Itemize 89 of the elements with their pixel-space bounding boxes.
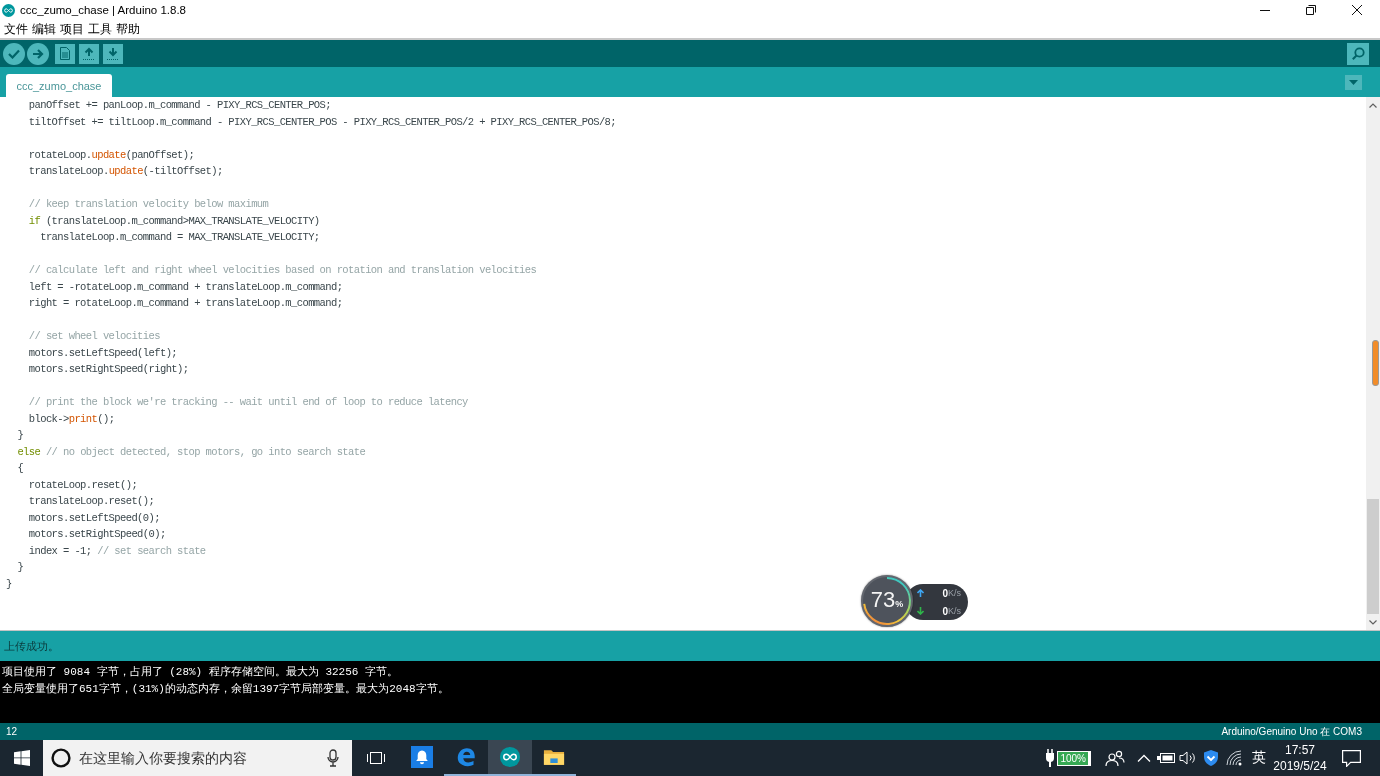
- code-line: motors.setLeftSpeed(left);: [27, 345, 179, 361]
- check-icon: [8, 48, 20, 59]
- code-line: motors.setRightSpeed(right);: [27, 362, 190, 377]
- verify-button[interactable]: [3, 42, 25, 65]
- menu-item[interactable]: 文件: [2, 21, 30, 37]
- code-line: }: [16, 560, 25, 575]
- battery-icon[interactable]: [1157, 752, 1175, 764]
- clock-time[interactable]: 17:57: [1285, 742, 1315, 758]
- arrow-right-icon: [32, 48, 44, 59]
- code-line: index = -1; // set search state: [27, 543, 207, 559]
- arrow-up-icon: [83, 47, 95, 60]
- menu-item[interactable]: 项目: [58, 21, 86, 37]
- file-tab[interactable]: ccc_zumo_chase: [6, 74, 112, 97]
- search-field[interactable]: 在这里输入你要搜索的内容: [79, 748, 319, 768]
- code-line: motors.setRightSpeed(0);: [27, 527, 167, 542]
- restore-icon: [1306, 5, 1316, 15]
- menu-item[interactable]: 帮助: [114, 21, 142, 37]
- bell-icon: [411, 746, 433, 768]
- speech-bubble-icon: [1341, 749, 1361, 767]
- board-port: Arduino/Genuino Uno 在 COM3: [1221, 724, 1362, 739]
- upload-button[interactable]: [27, 42, 49, 65]
- code-line: rotateLoop.update(panOffset);: [27, 147, 196, 163]
- search-box[interactable]: 在这里输入你要搜索的内容: [43, 740, 352, 776]
- code-line: // calculate left and right wheel velocities based on rotation and translation velocities: [27, 263, 538, 278]
- plug-icon[interactable]: [1045, 749, 1056, 767]
- folder-icon: [543, 747, 565, 767]
- save-button[interactable]: [103, 43, 123, 64]
- caret-up-icon[interactable]: [1137, 754, 1151, 762]
- open-button[interactable]: [79, 43, 99, 64]
- console-line: 全局变量使用了651字节，(31%)的动态内存，余留1397字节局部变量。最大为2048字节。: [2, 682, 450, 697]
- input-language[interactable]: 英: [1248, 749, 1270, 767]
- arrow-up-icon: [917, 589, 924, 597]
- code-line: }: [6, 576, 13, 592]
- taskbar-app[interactable]: [488, 740, 532, 776]
- code-line: // keep translation velocity below maximum: [27, 197, 270, 212]
- chevron-up-icon: [1369, 102, 1377, 108]
- menu-item[interactable]: 工具: [86, 21, 114, 37]
- windows-logo-icon: [13, 750, 30, 766]
- task-view-icon: [367, 751, 385, 765]
- browser-icon: [455, 746, 477, 768]
- tab-menu-button[interactable]: [1345, 75, 1362, 90]
- code-line: if (translateLoop.m_command>MAX_TRANSLATE_VELOCITY): [27, 213, 321, 229]
- status-message: 上传成功。: [4, 638, 59, 654]
- code-line: panOffset += panLoop.m_command - PIXY_RCS_CENTER_POS;: [27, 98, 332, 113]
- code-line: motors.setLeftSpeed(0);: [27, 510, 161, 526]
- edge-handle[interactable]: [1372, 340, 1379, 386]
- document-icon: [60, 47, 70, 60]
- infinity-icon: [499, 746, 521, 768]
- code-line: rotateLoop.reset();: [27, 477, 139, 493]
- code-line: {: [16, 461, 25, 476]
- download-speed: 0: [942, 605, 948, 617]
- wifi-icon[interactable]: [1226, 750, 1242, 766]
- code-line: block->print();: [27, 411, 116, 427]
- code-line: translateLoop.m_command = MAX_TRANSLATE_VELOCITY;: [39, 230, 321, 245]
- microphone-icon[interactable]: [327, 749, 339, 767]
- window-title: ccc_zumo_chase | Arduino 1.8.8: [20, 4, 186, 16]
- code-line: // print the block we're tracking -- wait until end of loop to reduce latency: [27, 395, 469, 410]
- scrollbar[interactable]: [1366, 97, 1380, 630]
- code-line: tiltOffset += tiltLoop.m_command - PIXY_RCS_CENTER_POS - PIXY_RCS_CENTER_POS/2 + PIXY_RCS_CENTER_POS/8;: [27, 114, 617, 130]
- serial-monitor-button[interactable]: [1347, 42, 1369, 65]
- code-line: // set wheel velocities: [27, 329, 161, 344]
- caret-down-icon: [1349, 80, 1358, 85]
- upload-speed: 0: [942, 587, 948, 599]
- clock-date[interactable]: 2019/5/24: [1273, 758, 1327, 774]
- ring-icon: [51, 748, 71, 768]
- menu-item[interactable]: 编辑: [30, 21, 58, 37]
- speed-unit: K/s: [948, 588, 961, 598]
- console-line: 项目使用了 9084 字节，占用了 (28%) 程序存储空间。最大为 32256 字节。: [2, 665, 400, 680]
- line-number: 12: [6, 726, 18, 737]
- arrow-down-icon: [107, 47, 119, 60]
- speed-unit: K/s: [948, 606, 961, 616]
- chevron-down-icon: [1369, 619, 1377, 625]
- code-line: left = -rotateLoop.m_command + translateLoop.m_command;: [27, 279, 344, 295]
- scrollbar-thumb[interactable]: [1367, 499, 1379, 614]
- memory-percent: 73: [870, 588, 896, 612]
- code-line: right = rotateLoop.m_command + translateLoop.m_command;: [27, 296, 344, 311]
- people-icon[interactable]: [1105, 749, 1125, 767]
- code-line: }: [16, 428, 25, 443]
- shield-icon[interactable]: [1203, 749, 1219, 767]
- code-line: else // no object detected, stop motors, go into search state: [16, 444, 367, 460]
- search-icon: [1351, 47, 1365, 60]
- new-button[interactable]: [55, 43, 75, 64]
- close-icon: [1352, 5, 1362, 15]
- minimize-icon: [1260, 9, 1270, 11]
- speaker-icon[interactable]: [1179, 751, 1197, 765]
- arrow-down-icon: [917, 607, 924, 615]
- code-line: translateLoop.update(-tiltOffset);: [27, 164, 224, 179]
- percent-sign: %: [895, 599, 904, 609]
- code-line: translateLoop.reset();: [27, 494, 156, 509]
